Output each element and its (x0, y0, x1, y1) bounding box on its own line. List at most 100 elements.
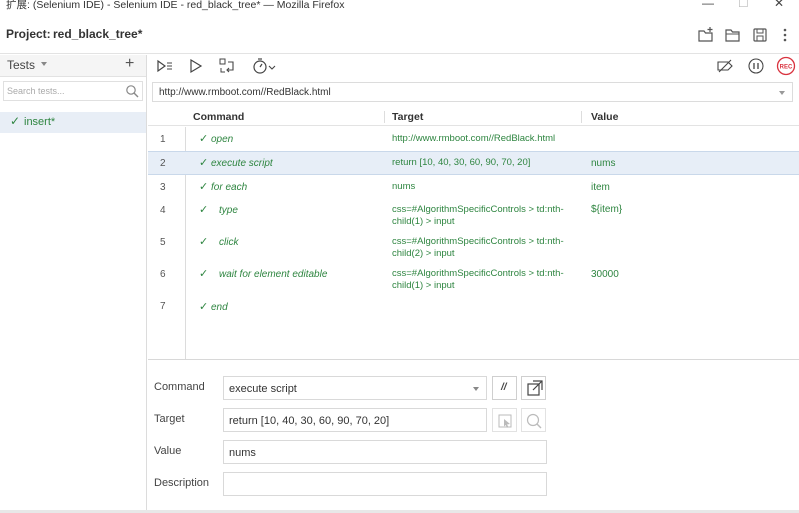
check-icon: ✓ (199, 181, 209, 193)
row-target: css=#AlgorithmSpecificControls > td:nth-… (392, 236, 564, 259)
test-item-insert[interactable]: ✓ insert* (0, 112, 146, 133)
command-label: Command (154, 381, 205, 393)
row-command: type (219, 205, 238, 216)
value-label: Value (154, 445, 182, 457)
command-select[interactable]: execute script (223, 376, 487, 400)
row-value: item (591, 182, 610, 193)
maximize-icon[interactable]: ☐ (738, 0, 749, 10)
column-value: Value (591, 111, 619, 123)
row-command: for each (211, 182, 248, 193)
external-link-icon (527, 380, 543, 396)
column-divider (384, 111, 385, 123)
row-target: nums (392, 181, 416, 192)
row-command: end (211, 302, 228, 313)
record-button[interactable]: REC (776, 56, 796, 76)
open-reference-button[interactable] (521, 376, 546, 400)
speed-timer-icon[interactable] (252, 57, 278, 75)
window-title: 扩展: (Selenium IDE) - Selenium IDE - red_… (6, 0, 345, 11)
row-target: css=#AlgorithmSpecificControls > td:nth-… (392, 268, 564, 291)
comment-icon: // (501, 382, 507, 393)
run-all-tests-icon[interactable] (156, 57, 174, 75)
row-target: http://www.rmboot.com//RedBlack.html (392, 133, 556, 144)
row-number: 4 (160, 205, 166, 216)
tests-header: Tests + (0, 55, 146, 77)
value-input[interactable]: nums (223, 440, 547, 464)
table-row-selected[interactable]: 2 ✓ execute script return [10, 40, 30, 6… (148, 151, 799, 175)
pause-icon[interactable] (747, 57, 765, 75)
base-url-field[interactable]: http://www.rmboot.com//RedBlack.html (152, 82, 793, 102)
target-value: return [10, 40, 30, 60, 90, 70, 20] (229, 415, 390, 427)
chevron-down-icon[interactable] (779, 91, 785, 95)
description-input[interactable] (223, 472, 547, 496)
comment-toggle-button[interactable]: // (492, 376, 517, 400)
check-icon: ✓ (199, 236, 209, 248)
target-label: Target (154, 413, 185, 425)
minimize-icon[interactable]: — (702, 0, 714, 10)
table-row[interactable]: 5 ✓ click css=#AlgorithmSpecificControls… (148, 230, 799, 262)
row-number: 2 (160, 158, 166, 169)
row-value: ${item} (591, 204, 623, 215)
row-number: 7 (160, 301, 166, 312)
row-command: wait for element editable (219, 269, 328, 280)
command-table: Command Target Value 1 ✓ open http://www… (148, 108, 799, 360)
project-header: Project: red_black_tree* (0, 14, 799, 54)
row-target: css=#AlgorithmSpecificControls > td:nth-… (392, 204, 564, 227)
step-over-icon[interactable] (218, 57, 236, 75)
tests-dropdown-label[interactable]: Tests (7, 58, 35, 72)
search-tests-input[interactable] (7, 84, 119, 98)
column-divider (581, 111, 582, 123)
find-target-button[interactable] (521, 408, 546, 432)
target-input[interactable]: return [10, 40, 30, 60, 90, 70, 20] (223, 408, 487, 432)
row-number: 5 (160, 237, 166, 248)
check-icon: ✓ (199, 157, 209, 169)
playback-toolbar: REC (148, 55, 799, 77)
select-target-button[interactable] (492, 408, 517, 432)
save-project-icon[interactable] (751, 26, 769, 44)
row-number: 3 (160, 182, 166, 193)
check-icon: ✓ (10, 114, 21, 128)
column-command: Command (193, 111, 245, 123)
run-current-test-icon[interactable] (187, 57, 205, 75)
row-number: 6 (160, 269, 166, 280)
command-value: execute script (229, 383, 297, 395)
chevron-down-icon[interactable] (473, 387, 479, 391)
row-command: click (219, 237, 239, 248)
more-options-icon[interactable] (776, 26, 794, 44)
description-label: Description (154, 477, 210, 489)
check-icon: ✓ (199, 204, 209, 216)
project-name[interactable]: red_black_tree* (53, 27, 142, 41)
table-row[interactable]: 6 ✓ wait for element editable css=#Algor… (148, 262, 799, 296)
tests-panel: Tests + ✓ insert* (0, 55, 147, 513)
test-name: insert* (24, 116, 56, 128)
table-row[interactable]: 7 ✓ end (148, 296, 799, 320)
row-command: open (211, 134, 234, 145)
row-value: nums (591, 158, 616, 169)
value-text: nums (229, 447, 256, 459)
select-target-icon (498, 414, 512, 428)
base-url-text: http://www.rmboot.com//RedBlack.html (159, 87, 331, 98)
row-command: execute script (211, 158, 273, 169)
check-icon: ✓ (199, 268, 209, 280)
open-project-icon[interactable] (724, 26, 742, 44)
command-editor: Command execute script // Target return … (148, 361, 799, 513)
search-icon[interactable] (125, 84, 139, 98)
search-tests (3, 81, 143, 101)
table-row[interactable]: 4 ✓ type css=#AlgorithmSpecificControls … (148, 198, 799, 230)
close-window-icon[interactable]: ✕ (774, 0, 784, 10)
row-value: 30000 (591, 269, 619, 280)
search-icon (526, 413, 542, 429)
row-target: return [10, 40, 30, 60, 90, 70, 20] (392, 157, 531, 168)
column-target: Target (392, 111, 424, 123)
record-label: REC (780, 64, 793, 70)
check-icon: ✓ (199, 301, 209, 313)
table-row[interactable]: 3 ✓ for each nums item (148, 176, 799, 198)
add-test-button[interactable]: + (125, 55, 134, 73)
table-header: Command Target Value (148, 108, 799, 126)
project-label: Project: (6, 27, 51, 41)
chevron-down-icon[interactable] (41, 62, 47, 66)
new-project-icon[interactable] (697, 26, 715, 44)
disable-breakpoints-icon[interactable] (716, 57, 734, 75)
row-number: 1 (160, 134, 166, 145)
check-icon: ✓ (199, 133, 209, 145)
table-row[interactable]: 1 ✓ open http://www.rmboot.com//RedBlack… (148, 128, 799, 150)
